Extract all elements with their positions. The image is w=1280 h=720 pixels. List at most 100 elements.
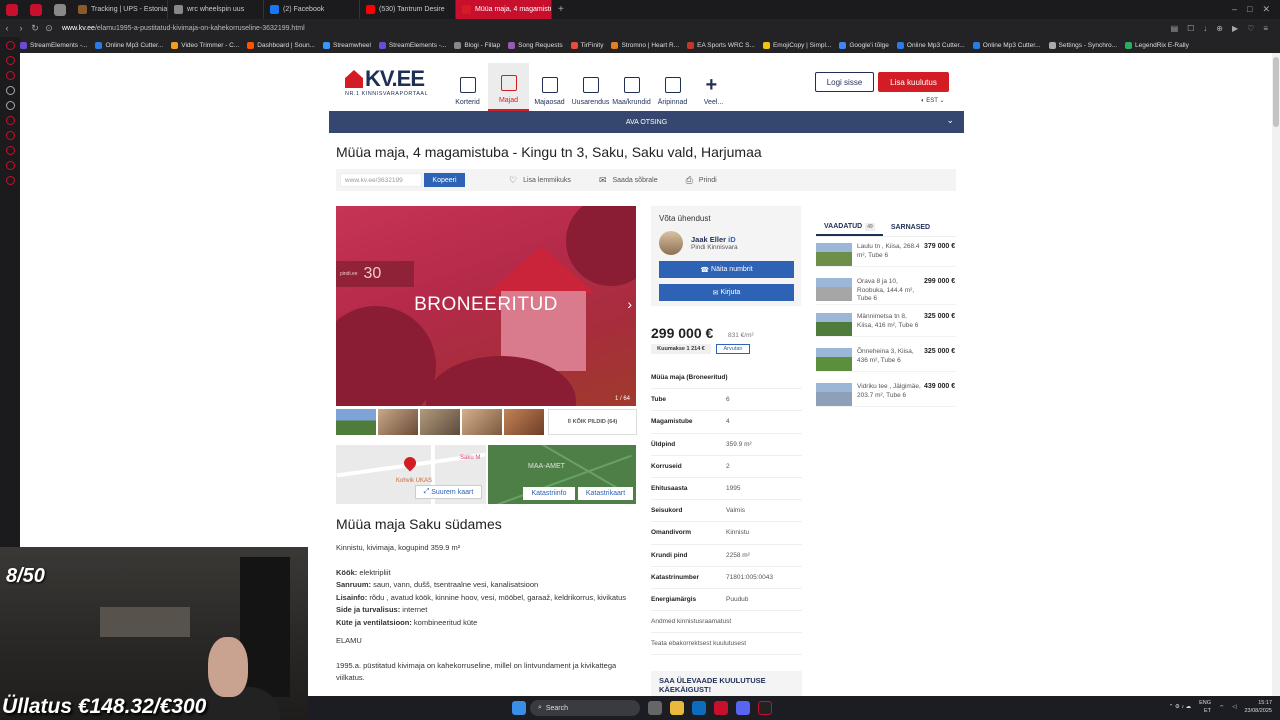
opera-icon[interactable] <box>714 701 728 715</box>
related-item[interactable]: Laulu tn , Kiisa, 268.4 m², Tube 6 379 00… <box>816 243 956 267</box>
sidebar-app-icon[interactable] <box>5 101 15 110</box>
reader-icon[interactable]: ▤ <box>1171 24 1179 33</box>
url-field[interactable]: www.kv.ee/elamu1995-a-pustitatud-kivimaj… <box>62 25 305 32</box>
sidebar-app-icon[interactable] <box>5 71 15 80</box>
heart-icon[interactable]: ♡ <box>1247 24 1254 33</box>
photo-thumbnail[interactable] <box>420 409 460 435</box>
extensions-icon[interactable]: ⊕ <box>1216 24 1223 33</box>
add-listing-button[interactable]: Lisa kuulutus <box>878 72 949 92</box>
browser-tab[interactable]: (2) Facebook <box>264 0 360 19</box>
app-icon[interactable] <box>758 701 772 715</box>
task-view-icon[interactable] <box>648 701 662 715</box>
taskbar-search[interactable]: ⌕ Search <box>530 700 640 716</box>
related-thumbnail[interactable] <box>816 383 852 406</box>
next-photo-icon[interactable]: › <box>627 296 632 312</box>
advanced-search-toggle[interactable]: AVA OTSING ⌄ <box>329 111 964 133</box>
nav-item-äripinnad[interactable]: Äripinnad <box>652 63 693 111</box>
browser-tab[interactable]: Müüa maja, 4 magamistuba <box>456 0 552 19</box>
sidebar-app-icon[interactable] <box>5 86 15 95</box>
tab-similar[interactable]: SARNASED <box>883 219 938 236</box>
related-thumbnail[interactable] <box>816 313 852 336</box>
main-photo[interactable]: pindi.ee 30 BRONEERITUD › 1 / 64 <box>336 206 636 406</box>
nav-item-maakrundid[interactable]: Maa/krundid <box>611 63 652 111</box>
clock[interactable]: 15:17 23/08/2025 <box>1244 699 1272 715</box>
language-select[interactable]: ◐ EST ⌄ <box>921 97 945 104</box>
sidebar-app-icon[interactable] <box>5 176 15 185</box>
short-url-field[interactable]: www.kv.ee/3632199 <box>340 173 422 187</box>
kv-logo[interactable]: KV.EE NR.1 KINNISVARAPORTAAL <box>345 68 428 97</box>
print-button[interactable]: ⎙ Prindi <box>686 175 717 186</box>
spec-link[interactable]: Andmed kinnistusraamatust <box>651 611 802 634</box>
related-thumbnail[interactable] <box>816 278 852 301</box>
tray-icons[interactable]: ⌃ ⚙ ♪ ☁ <box>1169 704 1191 710</box>
show-number-button[interactable]: ☎ Näita numbrit <box>659 261 794 278</box>
forward-icon[interactable]: › <box>14 23 28 33</box>
nav-item-uusarendus[interactable]: Uusarendus <box>570 63 611 111</box>
reload-icon[interactable]: ↻ <box>28 23 42 34</box>
login-button[interactable]: Logi sisse <box>815 72 874 92</box>
bookmark-item[interactable]: StreamElements -... <box>20 41 87 49</box>
nav-item-korterid[interactable]: Korterid <box>447 63 488 111</box>
maximize-icon[interactable]: □ <box>1247 4 1252 15</box>
bookmark-item[interactable]: Video Trimmer - C... <box>171 41 239 49</box>
send-to-friend-button[interactable]: ✉ Saada sõbrale <box>599 175 658 186</box>
play-icon[interactable]: ▶ <box>1232 24 1238 33</box>
browser-tab-icon[interactable] <box>30 3 42 16</box>
sidebar-app-icon[interactable] <box>5 161 15 170</box>
cadastre-map-button[interactable]: Katastrikaart <box>578 487 633 500</box>
sidebar-app-icon[interactable] <box>5 131 15 140</box>
new-tab-icon[interactable]: + <box>558 4 564 15</box>
bookmark-item[interactable]: Blogi - Fillap <box>454 41 500 49</box>
bookmark-icon[interactable]: ☐ <box>1187 24 1194 33</box>
nav-item-majad[interactable]: Majad <box>488 63 529 111</box>
tab-viewed[interactable]: VAADATUD 49 <box>816 219 883 236</box>
bookmark-item[interactable]: Online Mp3 Cutter... <box>95 41 163 49</box>
bookmark-item[interactable]: Online Mp3 Cutter... <box>972 41 1041 49</box>
file-explorer-icon[interactable] <box>670 701 684 715</box>
bookmark-item[interactable]: Streamwheel <box>322 41 371 49</box>
related-item[interactable]: Männimetsa tn 8, Kiisa, 416 m², Tube 6 32… <box>816 313 956 337</box>
bookmark-item[interactable]: Google'i tõlge <box>839 41 889 49</box>
bookmark-item[interactable]: EmojiCopy | Simpl... <box>762 41 831 49</box>
bookmark-item[interactable]: Online Mp3 Cutter... <box>896 41 965 49</box>
copy-button[interactable]: Kopeeri <box>424 173 465 187</box>
photo-thumbnail[interactable] <box>336 409 376 435</box>
sidebar-app-icon[interactable] <box>5 146 15 155</box>
page-scrollbar[interactable] <box>1272 53 1280 696</box>
site-info-icon[interactable]: ⊙ <box>42 23 56 34</box>
related-thumbnail[interactable] <box>816 243 852 266</box>
bookmark-item[interactable]: StreamElements -... <box>378 41 446 49</box>
agent-name[interactable]: Jaak Eller iD <box>691 235 738 244</box>
sidebar-app-icon[interactable] <box>5 41 15 50</box>
back-icon[interactable]: ‹ <box>0 23 14 33</box>
browser-tab[interactable]: wrc wheelspin uus <box>168 0 264 19</box>
nav-item-veel[interactable]: + Veel... <box>693 63 734 111</box>
scrollbar-thumb[interactable] <box>1273 57 1279 127</box>
minimize-icon[interactable]: – <box>1232 4 1237 15</box>
promo-banner[interactable]: SAA ÜLEVAADE KUULUTUSE KÄEKÄIGUST! <box>651 671 802 696</box>
browser-tab[interactable]: (530) Tantrum Desire <box>360 0 456 19</box>
bookmark-item[interactable]: Stromno | Heart R... <box>611 41 679 49</box>
nav-item-majaosad[interactable]: Majaosad <box>529 63 570 111</box>
all-photos-button[interactable]: ⌷ KÕIK PILDID (64) <box>548 409 637 435</box>
discord-icon[interactable] <box>736 701 750 715</box>
bookmark-item[interactable]: Song Requests <box>508 41 563 49</box>
sidebar-app-icon[interactable] <box>5 56 15 65</box>
outlook-icon[interactable] <box>692 701 706 715</box>
photo-thumbnail[interactable] <box>462 409 502 435</box>
related-item[interactable]: Orava 8 ja 10, Roobuka, 144.4 m², Tube 6… <box>816 278 956 305</box>
volume-icon[interactable]: ◁ <box>1232 704 1236 710</box>
related-thumbnail[interactable] <box>816 348 852 371</box>
close-icon[interactable]: ✕ <box>1262 4 1270 15</box>
photo-thumbnail[interactable] <box>378 409 418 435</box>
sidebar-app-icon[interactable] <box>5 116 15 125</box>
browser-tab-icon[interactable] <box>54 3 66 16</box>
photo-thumbnail[interactable] <box>504 409 544 435</box>
satellite-map[interactable]: MAA-AMET Katastriinfo Katastrikaart <box>488 445 636 504</box>
wifi-icon[interactable]: ⌔ <box>1219 704 1224 711</box>
location-map[interactable]: Saku M Kohvik UKAS ⤢ Suurem kaart <box>336 445 486 504</box>
menu-icon[interactable]: ≡ <box>1263 24 1268 33</box>
browser-tab[interactable]: Tracking | UPS - Estonia <box>72 0 168 19</box>
larger-map-button[interactable]: ⤢ Suurem kaart <box>415 485 482 499</box>
related-item[interactable]: Õnneheina 3, Kiisa, 436 m², Tube 6 325 00… <box>816 348 956 372</box>
